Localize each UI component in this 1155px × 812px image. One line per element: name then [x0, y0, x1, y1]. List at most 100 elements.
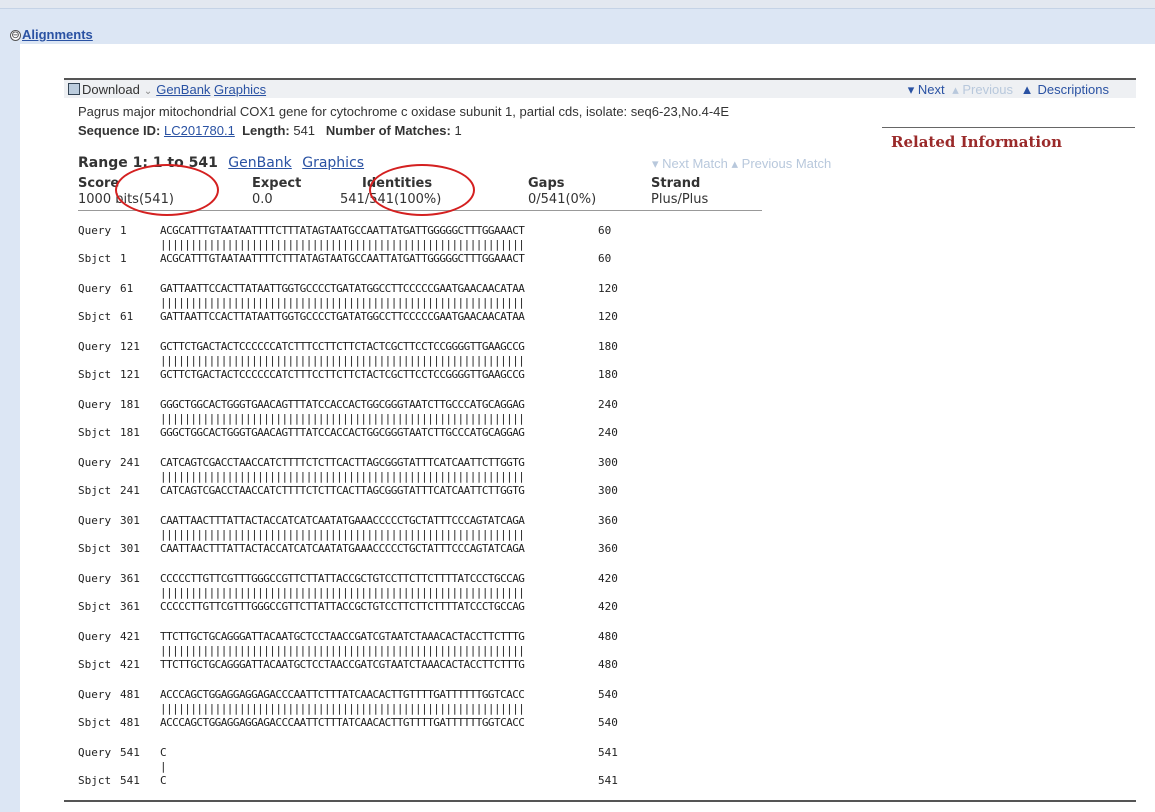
- query-end: 540: [598, 688, 618, 701]
- collapse-icon[interactable]: ⊖: [10, 30, 21, 41]
- range-graphics-link[interactable]: Graphics: [302, 155, 364, 171]
- query-end: 300: [598, 456, 618, 469]
- query-sequence: GCTTCTGACTACTCCCCCCATCTTTCCTTCTTCTACTCGC…: [160, 340, 525, 353]
- match-bars: ||||||||||||||||||||||||||||||||||||||||…: [160, 528, 525, 541]
- match-bars: ||||||||||||||||||||||||||||||||||||||||…: [160, 296, 525, 309]
- query-start: 301: [120, 514, 140, 527]
- range-line: Range 1: 1 to 541 GenBank Graphics: [78, 155, 364, 171]
- next-match-link: ▾ Next Match: [652, 156, 728, 171]
- download-button[interactable]: Download: [82, 82, 140, 97]
- matches-value: 1: [454, 123, 462, 138]
- match-bars: ||||||||||||||||||||||||||||||||||||||||…: [160, 238, 525, 251]
- query-sequence: GGGCTGGCACTGGGTGAACAGTTTATCCACCACTGGCGGG…: [160, 398, 525, 411]
- sbjct-end: 541: [598, 774, 618, 787]
- descriptions-icon[interactable]: ▲: [1021, 82, 1034, 97]
- alignment-panel: Download ⌄ GenBank Graphics ▾ Next ▴ Previ…: [20, 44, 1155, 812]
- sbjct-sequence: GATTAATTCCACTTATAATTGGTGCCCCTGATATGGCCTT…: [160, 310, 525, 323]
- previous-match-link: ▴ Previous Match: [731, 156, 832, 171]
- match-bars: |: [160, 760, 167, 773]
- download-dropdown-icon[interactable]: ⌄: [144, 86, 152, 97]
- match-bars: ||||||||||||||||||||||||||||||||||||||||…: [160, 470, 525, 483]
- query-label: Query: [78, 688, 112, 701]
- top-band: [0, 0, 1155, 8]
- sbjct-end: 180: [598, 368, 618, 381]
- match-bars: ||||||||||||||||||||||||||||||||||||||||…: [160, 702, 525, 715]
- sbjct-end: 300: [598, 484, 618, 497]
- sbjct-start: 1: [120, 252, 127, 265]
- query-start: 61: [120, 282, 134, 295]
- match-bars: ||||||||||||||||||||||||||||||||||||||||…: [160, 586, 525, 599]
- sbjct-label: Sbjct: [78, 600, 112, 613]
- query-start: 121: [120, 340, 140, 353]
- seq-id-link[interactable]: LC201780.1: [164, 123, 235, 138]
- alignments-title-link[interactable]: Alignments: [22, 27, 93, 42]
- query-sequence: CATCAGTCGACCTAACCATCTTTTCTCTTCACTTAGCGGG…: [160, 456, 525, 469]
- graphics-link[interactable]: Graphics: [214, 82, 266, 97]
- sbjct-label: Sbjct: [78, 252, 112, 265]
- query-label: Query: [78, 456, 112, 469]
- query-sequence: ACCCAGCTGGAGGAGGAGACCCAATTCTTTATCAACACTT…: [160, 688, 525, 701]
- query-end: 360: [598, 514, 618, 527]
- gaps-header: Gaps: [528, 176, 565, 191]
- genbank-link[interactable]: GenBank: [156, 82, 210, 97]
- hit-toolbar: Download ⌄ GenBank Graphics: [68, 82, 266, 97]
- query-sequence: CCCCCTTGTTCGTTTGGGCCGTTCTTATTACCGCTGTCCT…: [160, 572, 525, 585]
- sbjct-start: 241: [120, 484, 140, 497]
- matches-label: Number of Matches:: [325, 123, 451, 138]
- query-start: 361: [120, 572, 140, 585]
- sbjct-start: 361: [120, 600, 140, 613]
- sbjct-label: Sbjct: [78, 368, 112, 381]
- length-value: 541: [293, 123, 316, 138]
- descriptions-link[interactable]: Descriptions: [1037, 82, 1109, 97]
- query-end: 541: [598, 746, 618, 759]
- query-label: Query: [78, 224, 112, 237]
- match-bars: ||||||||||||||||||||||||||||||||||||||||…: [160, 412, 525, 425]
- score-header: Score: [78, 176, 120, 191]
- query-label: Query: [78, 340, 112, 353]
- sbjct-label: Sbjct: [78, 484, 112, 497]
- download-icon[interactable]: [68, 83, 80, 95]
- query-sequence: ACGCATTTGTAATAATTTTCTTTATAGTAATGCCAATTAT…: [160, 224, 525, 237]
- query-start: 181: [120, 398, 140, 411]
- sbjct-end: 360: [598, 542, 618, 555]
- sbjct-start: 121: [120, 368, 140, 381]
- strand-value: Plus/Plus: [651, 192, 709, 207]
- sbjct-sequence: ACGCATTTGTAATAATTTTCTTTATAGTAATGCCAATTAT…: [160, 252, 525, 265]
- query-start: 481: [120, 688, 140, 701]
- sbjct-label: Sbjct: [78, 426, 112, 439]
- query-sequence: TTCTTGCTGCAGGGATTACAATGCTCCTAACCGATCGTAA…: [160, 630, 525, 643]
- hit-navigation: ▾ Next ▴ Previous ▲ Descriptions: [904, 82, 1109, 98]
- expect-header: Expect: [252, 176, 302, 191]
- sbjct-end: 480: [598, 658, 618, 671]
- previous-hit-link: ▴ Previous: [952, 82, 1013, 97]
- sbjct-end: 60: [598, 252, 612, 265]
- sbjct-label: Sbjct: [78, 542, 112, 555]
- sbjct-start: 61: [120, 310, 134, 323]
- sbjct-end: 240: [598, 426, 618, 439]
- query-end: 180: [598, 340, 618, 353]
- annotation-circle-bits: [115, 164, 219, 216]
- seq-id-label: Sequence ID:: [78, 123, 161, 138]
- sbjct-label: Sbjct: [78, 774, 112, 787]
- left-rail: [0, 44, 20, 812]
- sbjct-start: 481: [120, 716, 140, 729]
- sbjct-sequence: GGGCTGGCACTGGGTGAACAGTTTATCCACCACTGGCGGG…: [160, 426, 525, 439]
- sbjct-sequence: GCTTCTGACTACTCCCCCCATCTTTCCTTCTTCTACTCGC…: [160, 368, 525, 381]
- query-label: Query: [78, 282, 112, 295]
- length-label: Length:: [242, 123, 290, 138]
- related-information-title: Related Information: [891, 133, 1063, 151]
- sbjct-start: 181: [120, 426, 140, 439]
- query-label: Query: [78, 746, 112, 759]
- query-end: 480: [598, 630, 618, 643]
- sbjct-sequence: CAATTAACTTTATTACTACCATCATCAATATGAAACCCCC…: [160, 542, 525, 555]
- range-genbank-link[interactable]: GenBank: [228, 155, 292, 171]
- next-hit-link[interactable]: ▾ Next: [908, 82, 945, 97]
- query-end: 120: [598, 282, 618, 295]
- sbjct-sequence: ACCCAGCTGGAGGAGGAGACCCAATTCTTTATCAACACTT…: [160, 716, 525, 729]
- query-label: Query: [78, 398, 112, 411]
- sbjct-end: 120: [598, 310, 618, 323]
- query-sequence: CAATTAACTTTATTACTACCATCATCAATATGAAACCCCC…: [160, 514, 525, 527]
- sbjct-end: 540: [598, 716, 618, 729]
- related-rule: [882, 127, 1135, 128]
- query-start: 421: [120, 630, 140, 643]
